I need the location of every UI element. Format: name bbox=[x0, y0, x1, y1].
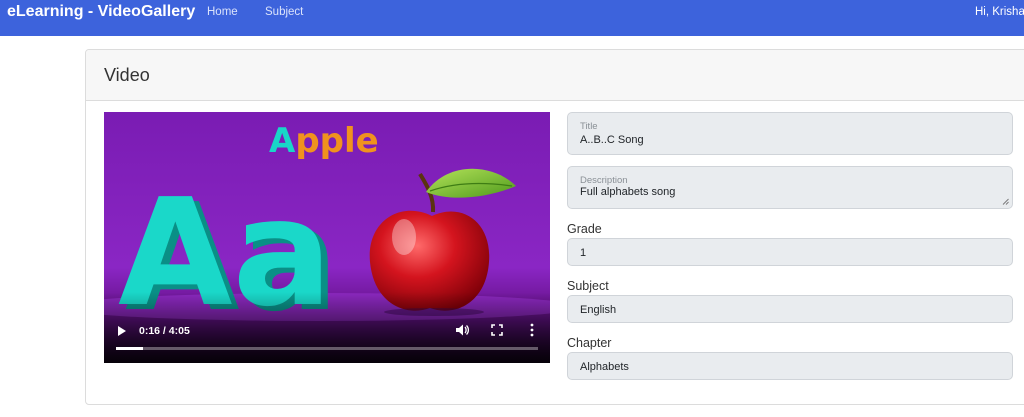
page-title: Video bbox=[104, 65, 150, 85]
video-time: 0:16 / 4:05 bbox=[139, 325, 190, 337]
description-value: Full alphabets song bbox=[580, 186, 676, 198]
fullscreen-icon[interactable] bbox=[491, 324, 503, 336]
play-icon[interactable] bbox=[117, 325, 127, 337]
chapter-field[interactable]: Alphabets bbox=[567, 352, 1013, 380]
description-field[interactable]: Description Full alphabets song bbox=[567, 166, 1013, 209]
description-label: Description bbox=[580, 175, 628, 186]
subject-value: English bbox=[580, 304, 617, 316]
title-label: Title bbox=[580, 121, 598, 132]
user-greeting[interactable]: Hi, Krisha bbox=[975, 5, 1024, 19]
resize-handle-icon[interactable] bbox=[1002, 198, 1009, 205]
subject-label: Subject bbox=[567, 279, 609, 293]
more-options-icon[interactable] bbox=[527, 323, 537, 337]
title-field[interactable]: Title A..B..C Song bbox=[567, 112, 1013, 155]
top-navbar: eLearning - VideoGallery Home Subject Hi… bbox=[0, 0, 1024, 36]
grade-label: Grade bbox=[567, 222, 602, 236]
chapter-label: Chapter bbox=[567, 336, 612, 350]
grade-field[interactable]: 1 bbox=[567, 238, 1013, 266]
thumbnail-word: Apple bbox=[269, 121, 379, 161]
volume-icon[interactable] bbox=[455, 323, 469, 337]
video-progress-bar[interactable] bbox=[116, 347, 538, 350]
title-value: A..B..C Song bbox=[580, 134, 644, 146]
subject-field[interactable]: English bbox=[567, 295, 1013, 323]
nav-link-subject[interactable]: Subject bbox=[265, 5, 303, 19]
card-header: Video bbox=[86, 50, 1024, 101]
nav-link-home[interactable]: Home bbox=[207, 5, 238, 19]
video-controls: 0:16 / 4:05 bbox=[104, 313, 550, 363]
chapter-value: Alphabets bbox=[580, 361, 629, 373]
brand-logo-text[interactable]: eLearning - VideoGallery bbox=[7, 3, 195, 21]
video-player[interactable]: Apple Aa Aa 0:16 / 4:05 bbox=[104, 112, 550, 363]
video-progress-fill bbox=[116, 347, 144, 350]
grade-value: 1 bbox=[580, 247, 587, 259]
